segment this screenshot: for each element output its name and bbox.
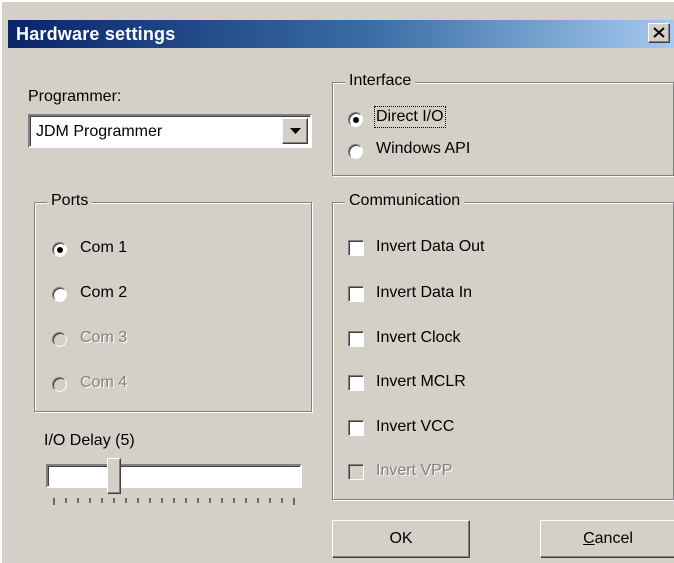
checkbox-invert-data-in-label[interactable]: Invert Data In — [376, 284, 472, 302]
radio-windows-api[interactable] — [348, 144, 363, 159]
interface-group: Interface — [332, 72, 674, 176]
checkbox-invert-data-out[interactable] — [348, 240, 364, 256]
radio-direct-io-label[interactable]: Direct I/O — [374, 106, 446, 128]
radio-com4-label: Com 4 — [80, 374, 128, 391]
close-button[interactable] — [648, 23, 670, 43]
checkbox-invert-vpp — [348, 464, 364, 480]
checkbox-invert-vpp-label: Invert VPP — [376, 462, 453, 479]
close-icon — [653, 27, 665, 38]
checkbox-invert-clock[interactable] — [348, 331, 364, 347]
checkbox-invert-mclr[interactable] — [348, 375, 364, 391]
radio-com4 — [52, 377, 67, 392]
window-title: Hardware settings — [16, 24, 176, 44]
slider-ticks — [53, 498, 295, 505]
cancel-button[interactable]: Cancel — [540, 520, 674, 558]
checkbox-invert-vcc-label[interactable]: Invert VCC — [376, 418, 454, 436]
checkbox-invert-data-out-label[interactable]: Invert Data Out — [376, 238, 485, 256]
checkbox-invert-clock-label[interactable]: Invert Clock — [376, 329, 460, 347]
io-delay-label: I/O Delay (5) — [44, 432, 135, 449]
programmer-select[interactable]: JDM Programmer — [28, 114, 312, 148]
programmer-label: Programmer: — [28, 88, 122, 105]
ok-button[interactable]: OK — [332, 520, 470, 558]
cancel-button-label: Cancel — [583, 530, 633, 547]
checkbox-invert-mclr-label[interactable]: Invert MCLR — [376, 373, 466, 391]
ok-button-label: OK — [389, 530, 413, 547]
ports-group-title: Ports — [47, 192, 93, 210]
communication-group-title: Communication — [345, 192, 465, 210]
radio-com1[interactable] — [52, 242, 67, 257]
io-delay-slider-thumb[interactable] — [107, 458, 121, 494]
radio-com2[interactable] — [52, 287, 67, 302]
title-bar[interactable]: Hardware settings — [8, 20, 674, 48]
dropdown-button[interactable] — [282, 118, 308, 144]
radio-com1-label[interactable]: Com 1 — [80, 239, 127, 257]
chevron-down-icon — [290, 128, 301, 134]
hardware-settings-dialog: Hardware settings Programmer: JDM Progra… — [0, 0, 674, 563]
io-delay-slider-track[interactable] — [46, 464, 302, 488]
radio-com2-label[interactable]: Com 2 — [80, 284, 127, 302]
programmer-select-value: JDM Programmer — [36, 123, 163, 140]
radio-direct-io[interactable] — [348, 112, 363, 127]
checkbox-invert-vcc[interactable] — [348, 420, 364, 436]
checkbox-invert-data-in[interactable] — [348, 286, 364, 302]
radio-windows-api-label[interactable]: Windows API — [376, 140, 470, 158]
radio-com3-label: Com 3 — [80, 329, 128, 346]
ports-group: Ports — [34, 192, 312, 412]
radio-com3 — [52, 332, 67, 347]
interface-group-title: Interface — [345, 72, 416, 90]
